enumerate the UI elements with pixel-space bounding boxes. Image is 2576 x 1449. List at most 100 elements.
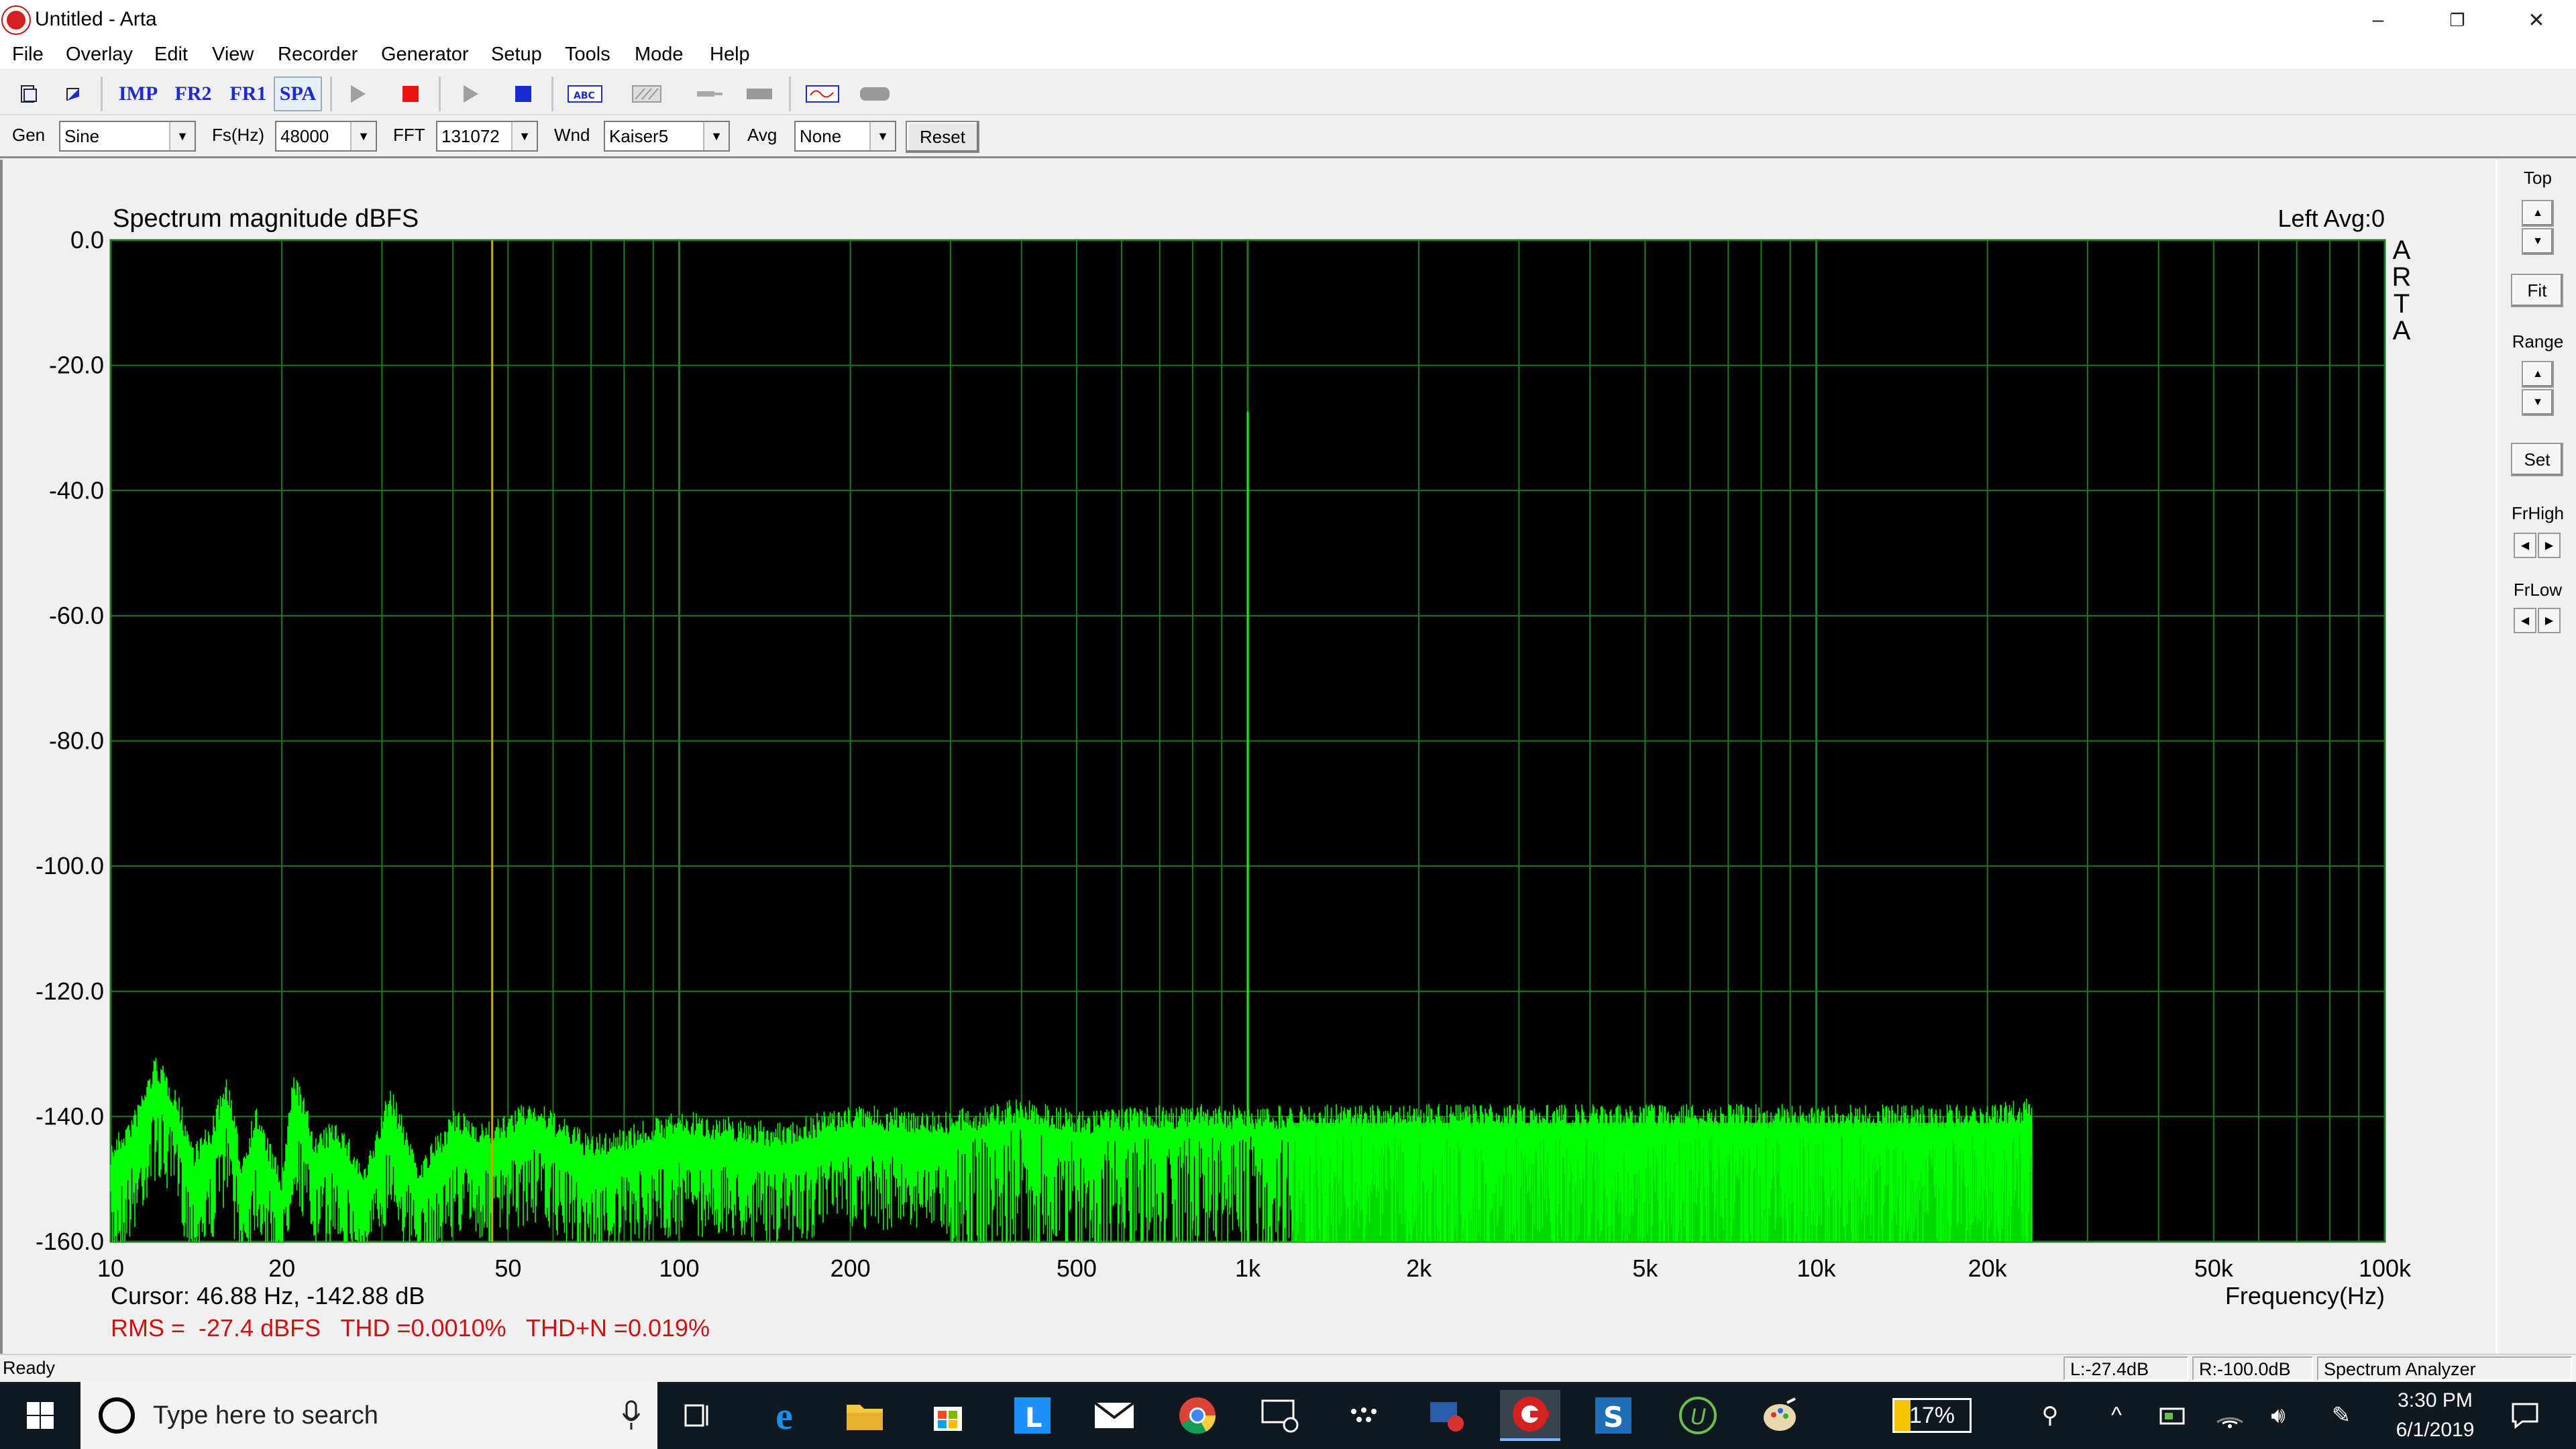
- device-icon[interactable]: [741, 76, 778, 111]
- range-label: Range: [2512, 331, 2564, 352]
- plot-title: Spectrum magnitude dBFS: [113, 205, 419, 233]
- close-button[interactable]: ✕: [2497, 0, 2576, 40]
- fit-button[interactable]: Fit: [2511, 274, 2563, 307]
- play-icon[interactable]: [338, 76, 376, 111]
- status-bar: [0, 1354, 2576, 1382]
- frhigh-right-button[interactable]: ▶: [2538, 533, 2561, 558]
- dots-app-icon[interactable]: [1334, 1390, 1394, 1441]
- taskbar-search-box[interactable]: Type here to search: [80, 1382, 657, 1449]
- menu-view[interactable]: View: [212, 42, 254, 67]
- restore-button[interactable]: ❐: [2418, 0, 2497, 40]
- fr1-mode-button[interactable]: FR1: [224, 76, 272, 111]
- arta-taskbar-icon[interactable]: [1500, 1390, 1560, 1441]
- cortana-icon: [99, 1397, 135, 1434]
- file-explorer-icon[interactable]: [835, 1390, 895, 1441]
- pen-icon[interactable]: ✎: [2314, 1382, 2368, 1449]
- edge-browser-icon[interactable]: e: [754, 1390, 814, 1441]
- volume-icon[interactable]: 🔊︎: [2251, 1382, 2305, 1449]
- frlow-right-button[interactable]: ▶: [2538, 608, 2561, 633]
- wnd-select[interactable]: Kaiser5 ▼: [604, 121, 730, 152]
- status-left-level: L:-27.4dB: [2063, 1356, 2188, 1381]
- spa-mode-button[interactable]: SPA: [274, 76, 322, 111]
- wifi-icon[interactable]: [2203, 1382, 2257, 1449]
- battery-percent: 17%: [1909, 1402, 1955, 1428]
- store-icon[interactable]: [918, 1390, 978, 1441]
- reset-button[interactable]: Reset: [906, 121, 979, 153]
- paint-app-icon[interactable]: [1750, 1390, 1810, 1441]
- open-icon[interactable]: [56, 76, 91, 111]
- brand-letter-t: T: [2394, 289, 2410, 319]
- frlow-left-button[interactable]: ◀: [2514, 608, 2536, 633]
- top-up-button[interactable]: ▲: [2522, 200, 2554, 227]
- windows-start-icon[interactable]: [9, 1385, 71, 1446]
- s-app-icon[interactable]: S: [1583, 1390, 1644, 1441]
- set-button[interactable]: Set: [2511, 443, 2563, 476]
- task-view-icon[interactable]: [667, 1390, 727, 1441]
- svg-text:ABC: ABC: [574, 91, 595, 101]
- people-icon[interactable]: ⚲: [2023, 1382, 2077, 1449]
- generator-stop-icon[interactable]: [504, 76, 542, 111]
- menu-generator[interactable]: Generator: [381, 42, 469, 67]
- gen-label: Gen: [12, 125, 46, 145]
- range-down-button[interactable]: ▼: [2522, 389, 2554, 416]
- remote-desktop-icon[interactable]: [1250, 1390, 1311, 1441]
- impulse-mode-button[interactable]: IMP: [114, 76, 162, 111]
- clock-time: 3:30 PM: [2398, 1389, 2473, 1411]
- menu-setup[interactable]: Setup: [491, 42, 542, 67]
- frhigh-left-button[interactable]: ◀: [2514, 533, 2536, 558]
- menu-recorder[interactable]: Recorder: [278, 42, 358, 67]
- fr2-mode-button[interactable]: FR2: [169, 76, 217, 111]
- toolbar-separator: [551, 76, 553, 111]
- cursor-readout: Cursor: 46.88 Hz, -142.88 dB: [111, 1282, 425, 1309]
- search-placeholder: Type here to search: [153, 1401, 378, 1430]
- meter-icon[interactable]: [853, 76, 896, 111]
- toolbar-separator: [789, 76, 791, 111]
- arta-app-icon[interactable]: [1, 5, 31, 35]
- top-label: Top: [2524, 168, 2552, 188]
- fs-select[interactable]: 48000 ▼: [275, 121, 377, 152]
- clock[interactable]: 3:30 PM 6/1/2019: [2375, 1386, 2496, 1445]
- probe-icon[interactable]: [691, 76, 729, 111]
- scope-icon[interactable]: [801, 76, 844, 111]
- menu-overlay[interactable]: Overlay: [66, 42, 133, 67]
- menu-mode[interactable]: Mode: [635, 42, 684, 67]
- range-up-button[interactable]: ▲: [2522, 361, 2554, 388]
- menu-help[interactable]: Help: [710, 42, 750, 67]
- chrome-icon[interactable]: [1167, 1390, 1228, 1441]
- status-mode: Spectrum Analyzer: [2317, 1356, 2572, 1381]
- menu-tools[interactable]: Tools: [565, 42, 610, 67]
- y-tick-label: -40.0: [49, 476, 104, 504]
- clock-date: 6/1/2019: [2396, 1419, 2475, 1441]
- launcher-l-icon[interactable]: L: [1002, 1390, 1063, 1441]
- overlay-icon[interactable]: [627, 76, 667, 111]
- generator-play-icon[interactable]: [451, 76, 488, 111]
- microphone-icon[interactable]: [621, 1400, 641, 1431]
- x-tick-label: 5k: [1632, 1254, 1658, 1282]
- x-tick-label: 100: [659, 1254, 699, 1282]
- notifications-icon[interactable]: [2491, 1382, 2559, 1449]
- toolbar-separator: [439, 76, 441, 111]
- mail-icon[interactable]: [1084, 1390, 1144, 1441]
- gen-select[interactable]: Sine ▼: [59, 121, 196, 152]
- y-tick-label: -120.0: [36, 977, 104, 1005]
- top-down-button[interactable]: ▼: [2522, 228, 2554, 255]
- menu-file[interactable]: File: [12, 42, 44, 67]
- label-edit-icon[interactable]: ABC: [564, 76, 606, 111]
- power-tray-icon[interactable]: [2147, 1382, 2200, 1449]
- network-settings-icon[interactable]: [1417, 1390, 1477, 1441]
- new-file-icon[interactable]: [11, 76, 46, 111]
- right-control-panel: Top ▲ ▼ Fit Range ▲ ▼ Set FrHigh ◀ ▶ FrL…: [2496, 160, 2576, 1354]
- minimize-button[interactable]: –: [2339, 0, 2418, 40]
- fft-select[interactable]: 131072 ▼: [436, 121, 538, 152]
- y-tick-label: -80.0: [49, 727, 104, 755]
- status-ready: Ready: [3, 1358, 56, 1378]
- x-tick-label: 2k: [1406, 1254, 1432, 1282]
- chevron-up-icon[interactable]: ^: [2093, 1382, 2140, 1449]
- u-app-icon[interactable]: U: [1668, 1390, 1728, 1441]
- battery-indicator[interactable]: 17%: [1885, 1382, 1979, 1449]
- spectrum-chart[interactable]: 0.0 -20.0 -40.0 -60.0 -80.0 -100.0 -120.0 -140.…: [0, 160, 2496, 1354]
- x-tick-label: 1k: [1235, 1254, 1261, 1282]
- record-stop-icon[interactable]: [392, 76, 429, 111]
- menu-edit[interactable]: Edit: [154, 42, 188, 67]
- avg-select[interactable]: None ▼: [794, 121, 896, 152]
